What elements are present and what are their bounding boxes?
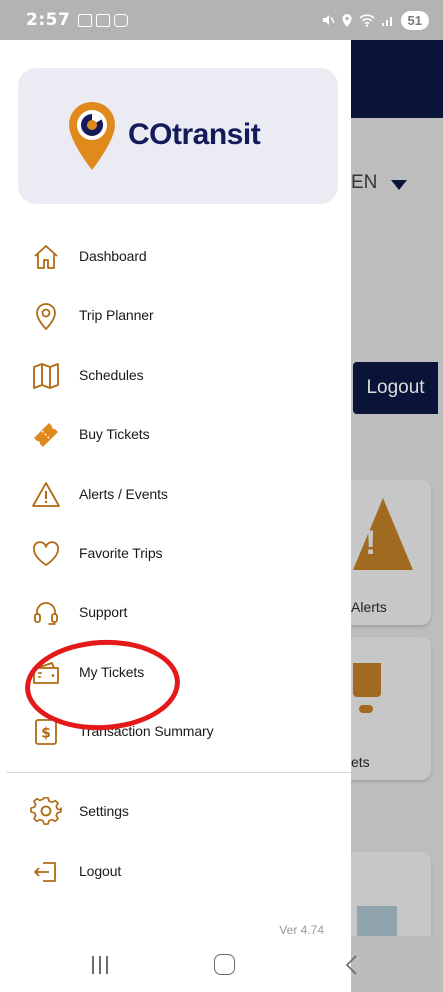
cart-icon [353, 663, 381, 697]
menu-label: Buy Tickets [79, 426, 150, 442]
chevron-down-icon [391, 180, 407, 190]
ticket-icon [34, 423, 58, 447]
menu-label: Settings [79, 803, 129, 819]
wifi-icon [358, 13, 375, 27]
back-icon[interactable] [344, 954, 358, 976]
menu-item-logout[interactable]: Logout [0, 842, 351, 900]
mute-icon [322, 15, 335, 25]
logo-text: COtransit [128, 118, 261, 151]
menu-item-alerts-events[interactable]: Alerts / Events [0, 465, 351, 523]
menu-item-trip-planner[interactable]: Trip Planner [0, 286, 351, 344]
menu-item-dashboard[interactable]: Dashboard [0, 227, 351, 285]
menu-item-schedules[interactable]: Schedules [0, 346, 351, 404]
menu-item-support[interactable]: Support [0, 583, 351, 641]
menu-label: Dashboard [79, 248, 147, 264]
signal-icon [381, 16, 392, 26]
menu-item-buy-tickets[interactable]: Buy Tickets [0, 405, 351, 463]
battery-level: 51 [400, 10, 429, 30]
menu-item-favorite-trips[interactable]: Favorite Trips [0, 524, 351, 582]
menu-label: Trip Planner [79, 307, 154, 323]
menu-label: Alerts / Events [79, 486, 168, 502]
background-header [351, 40, 443, 118]
instagram-icon [114, 13, 129, 27]
system-navigation-bar [0, 936, 443, 992]
tickets-card[interactable]: ets [351, 637, 431, 780]
menu-item-settings[interactable]: Settings [0, 782, 351, 840]
alerts-card[interactable]: ! Alerts [351, 480, 431, 625]
gear-icon [30, 796, 62, 825]
warning-icon [32, 482, 60, 507]
cotransit-logo-icon [69, 102, 115, 170]
app-version: Ver 4.74 [279, 923, 324, 937]
headset-icon [34, 602, 58, 625]
status-bar: 2:57 51 [0, 0, 443, 40]
tickets-card-label: ets [351, 754, 370, 770]
map-icon [33, 363, 59, 389]
alert-icon [353, 498, 413, 570]
calendar-icon [96, 13, 111, 27]
language-selector[interactable]: EN [351, 172, 377, 194]
recent-apps-icon[interactable] [91, 956, 109, 974]
home-icon [34, 245, 58, 269]
menu-divider [6, 772, 351, 773]
menu-label: Logout [79, 863, 122, 879]
background-app[interactable]: EN Logout ! Alerts ets [351, 40, 443, 976]
logout-icon [34, 862, 56, 882]
navigation-drawer: COtransit Dashboard Trip Planner Schedul… [0, 40, 351, 937]
menu-label: Schedules [79, 367, 144, 383]
menu-label: Support [79, 604, 128, 620]
background-logout-button[interactable]: Logout [353, 362, 438, 414]
heart-icon [33, 541, 59, 566]
home-button-icon[interactable] [214, 954, 235, 975]
logo-card: COtransit [18, 68, 338, 204]
svg-text:$: $ [41, 726, 51, 742]
gmail-icon [78, 13, 93, 27]
alerts-card-label: Alerts [351, 599, 387, 615]
status-right: 51 [321, 10, 429, 30]
menu-label: Favorite Trips [79, 545, 163, 561]
location-icon [342, 13, 352, 27]
location-pin-icon [36, 303, 56, 331]
status-time: 2:57 [26, 10, 71, 30]
notification-icons [78, 13, 129, 27]
